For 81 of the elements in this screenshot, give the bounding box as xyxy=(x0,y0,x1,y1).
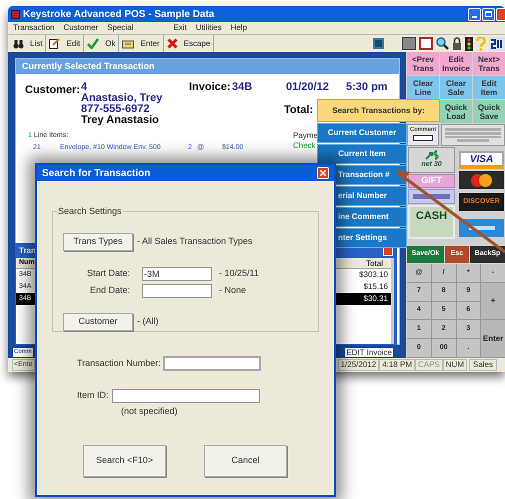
arrow-dollar-icon xyxy=(424,150,438,160)
traffic-light-icon[interactable] xyxy=(465,36,473,50)
function-button[interactable]: Edit Item xyxy=(473,76,505,99)
item-id-note: (not specified) xyxy=(121,405,179,418)
function-button[interactable]: Quick Load xyxy=(440,100,472,123)
customer-value: - (All) xyxy=(137,315,158,328)
lock-icon[interactable] xyxy=(452,37,462,50)
close-button[interactable] xyxy=(496,8,505,20)
cash-button[interactable]: CASH xyxy=(408,205,455,239)
status-field: CAPS xyxy=(414,359,443,371)
dialog-button[interactable]: Cancel xyxy=(204,444,287,476)
popup-menu-item[interactable]: Current Customer xyxy=(317,123,407,143)
function-button[interactable]: Clear Line xyxy=(407,76,439,99)
tab[interactable]: EDIT Invoice xyxy=(345,348,393,357)
start-date-field[interactable]: -3M xyxy=(142,267,212,281)
transaction-number-label: Transaction Number: xyxy=(77,356,161,370)
status-field: 4:18 PM xyxy=(379,359,415,371)
popup-header: Search Transactions by: xyxy=(317,99,440,122)
customer-button[interactable]: Customer xyxy=(63,313,133,331)
function-button[interactable]: <Prev Trans xyxy=(407,52,439,75)
transaction-number-field[interactable] xyxy=(162,356,261,371)
transaction-date: 01/20/12 xyxy=(286,82,330,93)
customer-phone: 877-555-6972 xyxy=(81,104,150,115)
window-title: Keystroke Advanced POS - Sample Data xyxy=(23,8,214,22)
menu-item[interactable]: Special xyxy=(107,22,134,34)
item-id-label: Item ID: xyxy=(77,389,109,402)
card-logo-icon[interactable] xyxy=(459,171,504,189)
group-label: Search Settings xyxy=(57,206,123,216)
function-button[interactable]: Quick Save xyxy=(473,100,505,123)
status-field: 1/25/2012 xyxy=(338,359,380,371)
dialog-title: Search for Transaction xyxy=(42,166,150,180)
payment-method: Check xyxy=(293,141,317,151)
app-icon xyxy=(11,10,20,18)
customer-label: Customer: xyxy=(25,83,81,98)
dialog-button[interactable]: Search <F10> xyxy=(83,444,166,476)
close-icon xyxy=(166,38,178,49)
menu-item[interactable]: Utilities xyxy=(196,22,222,34)
close-button[interactable] xyxy=(317,167,329,179)
status-field: Sales xyxy=(469,359,497,371)
end-date-note: - None xyxy=(219,284,246,298)
maximize-button[interactable] xyxy=(482,8,495,20)
menu-item[interactable]: Help xyxy=(230,22,248,34)
invoice-label: Invoice: xyxy=(189,82,232,93)
search-icon[interactable] xyxy=(436,37,449,50)
menu-item[interactable]: Customer xyxy=(64,22,98,34)
logo-icon[interactable] xyxy=(489,36,505,50)
enter-icon xyxy=(122,38,134,48)
end-date-label: End Date: xyxy=(88,284,130,298)
function-button[interactable]: Clear Sale xyxy=(440,76,472,99)
status-field: NUM xyxy=(442,359,467,371)
keypad-key[interactable]: + xyxy=(481,282,505,320)
customer-number: 4 xyxy=(81,82,88,93)
function-button[interactable]: Edit Invoice xyxy=(440,52,472,75)
total-label: Total: xyxy=(284,105,314,116)
menu-item[interactable]: Exit xyxy=(173,22,187,34)
transaction-time: 5:30 pm xyxy=(346,82,388,93)
checkmark-icon xyxy=(87,38,100,49)
keypad-key[interactable]: Enter xyxy=(481,320,505,357)
customer-contact: Trey Anastasio xyxy=(81,115,160,126)
close-icon xyxy=(320,170,326,176)
edit-icon xyxy=(49,38,60,49)
table-cell-text: $303.10 xyxy=(359,269,389,281)
visa-card-button[interactable]: VISA xyxy=(459,151,504,169)
menu-item[interactable]: Transaction xyxy=(13,22,54,34)
table-cell-text: $15.16 xyxy=(364,281,389,293)
start-date-label: Start Date: xyxy=(86,267,130,280)
column-header: Total xyxy=(366,258,384,268)
binoculars-icon xyxy=(13,38,24,48)
item-id-field[interactable] xyxy=(112,389,260,403)
invoice-number: 34B xyxy=(232,82,254,93)
start-date-note: - 10/25/11 xyxy=(219,267,259,280)
trans-types-value: - All Sales Transaction Types xyxy=(137,235,252,248)
end-date-field[interactable] xyxy=(142,284,212,298)
table-cell-text: $30.31 xyxy=(364,293,389,305)
popup-menu-item[interactable]: Current Item xyxy=(317,144,407,164)
customer-name: Anastasio, Trey xyxy=(81,93,164,104)
minimize-button[interactable] xyxy=(468,8,481,20)
panel-title: Currently Selected Transaction xyxy=(22,60,155,73)
trans-types-button[interactable]: Trans Types xyxy=(63,233,133,251)
payment-label: Payme xyxy=(293,131,318,141)
function-button[interactable]: Next> Trans xyxy=(473,52,505,75)
